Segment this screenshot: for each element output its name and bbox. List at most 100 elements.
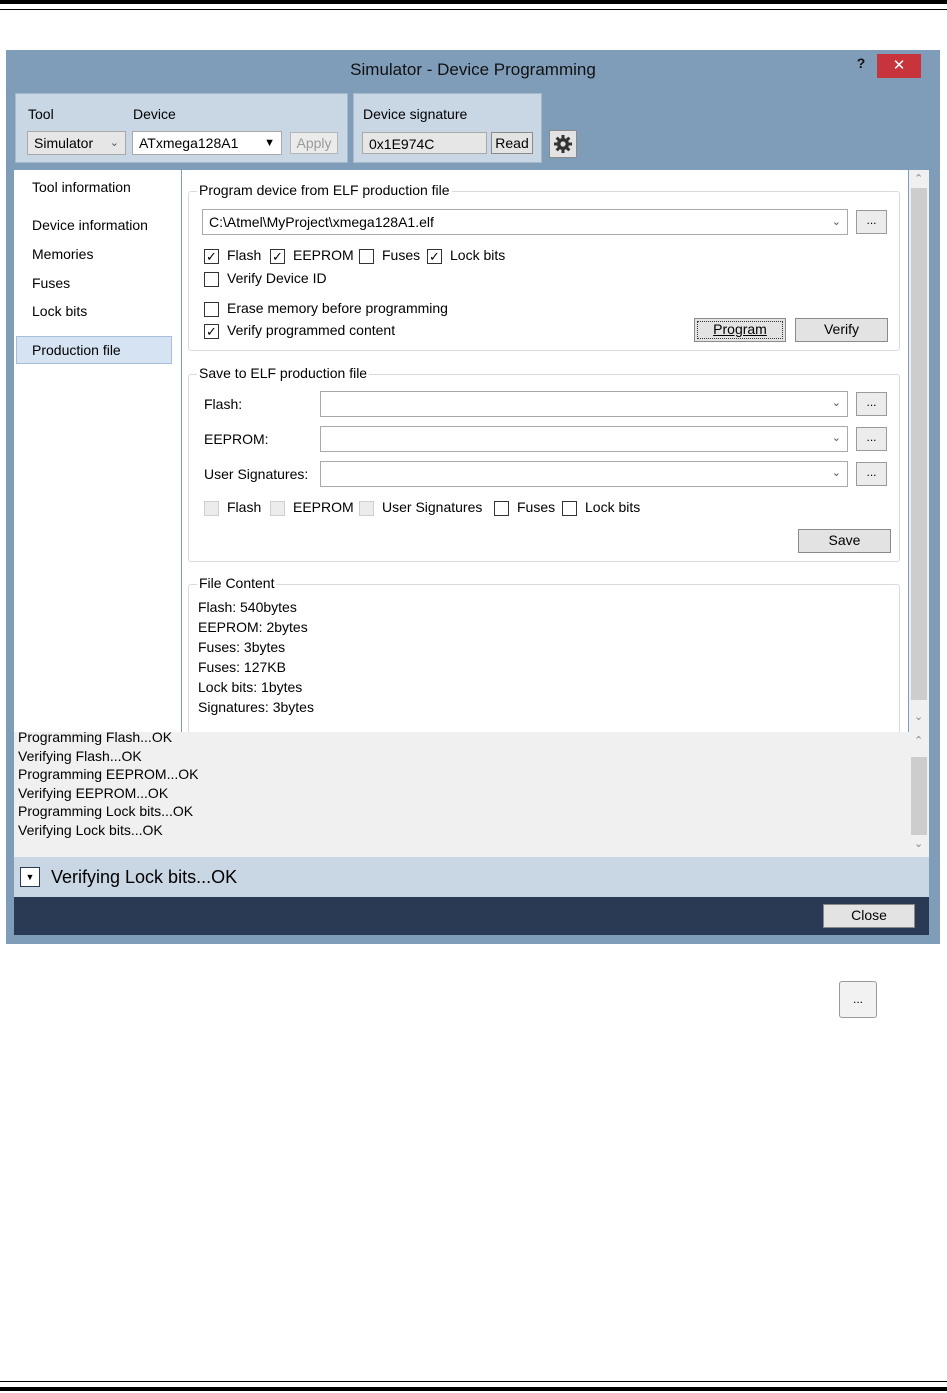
bottom-rule-thin (0, 1381, 947, 1382)
title-bar: Simulator - Device Programming ? ✕ (6, 50, 940, 88)
file-content-group: File Content Flash: 540bytes EEPROM: 2by… (188, 575, 900, 734)
scroll-down-icon[interactable]: ⌄ (914, 710, 923, 723)
log-line: Programming Lock bits...OK (18, 803, 194, 819)
device-select[interactable]: ATxmega128A1 ▼ (132, 131, 282, 155)
flash-checkbox-label: Flash (227, 247, 262, 263)
expand-down-icon: ▼ (25, 872, 35, 882)
main-scrollbar-thumb[interactable] (911, 188, 927, 700)
save-user-signatures-label: User Signatures: (204, 466, 309, 482)
tool-device-panel: Tool Device Simulator ⌄ ATxmega128A1 ▼ A… (15, 93, 348, 163)
read-button[interactable]: Read (491, 132, 533, 154)
program-group: Program device from ELF production file … (188, 182, 900, 351)
status-text: Verifying Lock bits...OK (51, 867, 238, 887)
settings-button[interactable] (549, 130, 577, 158)
scroll-up-icon[interactable]: ⌃ (914, 734, 923, 747)
apply-button[interactable]: Apply (290, 132, 338, 154)
dropdown-arrow-icon: ▼ (264, 137, 275, 149)
verify-button[interactable]: Verify (795, 318, 888, 342)
elf-file-path: C:\Atmel\MyProject\xmega128A1.elf (209, 214, 434, 230)
status-bar: ▼ Verifying Lock bits...OK (14, 857, 929, 897)
gear-icon (554, 135, 572, 153)
eeprom-checkbox-label: EEPROM (293, 247, 354, 263)
output-log: Programming Flash...OK Verifying Flash..… (14, 729, 929, 857)
save-fuses-checkbox-label: Fuses (517, 499, 556, 515)
browse-elf-button[interactable]: ... (856, 210, 887, 234)
save-flash-select[interactable]: ⌄ (320, 391, 848, 417)
device-label: Device (133, 106, 176, 122)
log-line: Verifying Lock bits...OK (18, 822, 163, 838)
verify-device-id-checkbox[interactable] (204, 272, 219, 287)
verify-programmed-checkbox[interactable]: ✓ (204, 324, 219, 339)
save-lock-bits-checkbox-label: Lock bits (585, 499, 641, 515)
save-fuses-checkbox[interactable] (494, 501, 509, 516)
device-signature-label: Device signature (363, 106, 468, 122)
browse-eeprom-button[interactable]: ... (856, 427, 887, 451)
close-button[interactable]: Close (823, 904, 915, 928)
log-line: Verifying EEPROM...OK (18, 785, 169, 801)
tool-label: Tool (28, 106, 54, 122)
save-flash-checkbox[interactable] (204, 501, 219, 516)
window-title: Simulator - Device Programming (350, 60, 596, 79)
window-close-button[interactable]: ✕ (877, 54, 921, 78)
chevron-down-icon: ⌄ (831, 432, 841, 444)
sidebar-item-tool-information[interactable]: Tool information (32, 179, 131, 195)
device-signature-panel: Device signature 0x1E974C Read (353, 93, 542, 163)
sidebar-item-fuses[interactable]: Fuses (32, 275, 70, 291)
eeprom-checkbox[interactable]: ✓ (270, 249, 285, 264)
top-rule-thick (0, 0, 947, 4)
erase-memory-label: Erase memory before programming (227, 300, 448, 316)
chevron-down-icon: ⌄ (109, 137, 119, 149)
main-scrollbar[interactable]: ⌃ ⌄ (909, 170, 929, 732)
save-user-signatures-checkbox[interactable] (359, 501, 374, 516)
save-eeprom-checkbox-label: EEPROM (293, 499, 354, 515)
lock-bits-checkbox[interactable]: ✓ (427, 249, 442, 264)
log-line: Verifying Flash...OK (18, 748, 142, 764)
file-content-line: Lock bits: 1bytes (198, 679, 303, 695)
save-user-signatures-checkbox-label: User Signatures (382, 499, 483, 515)
file-content-legend: File Content (197, 575, 277, 591)
status-expander-button[interactable]: ▼ (20, 867, 40, 887)
verify-programmed-label: Verify programmed content (227, 322, 396, 338)
program-button[interactable]: Program (694, 318, 786, 342)
file-content-line: Fuses: 3bytes (198, 639, 286, 655)
tool-select[interactable]: Simulator ⌄ (27, 131, 126, 155)
save-user-signatures-select[interactable]: ⌄ (320, 461, 848, 487)
device-select-value: ATxmega128A1 (139, 135, 239, 151)
save-eeprom-checkbox[interactable] (270, 501, 285, 516)
sidebar-item-device-information[interactable]: Device information (32, 217, 148, 233)
fuses-checkbox-label: Fuses (382, 247, 421, 263)
file-content-line: Fuses: 127KB (198, 659, 286, 675)
chevron-down-icon: ⌄ (831, 216, 841, 228)
file-content-line: EEPROM: 2bytes (198, 619, 308, 635)
log-scrollbar-thumb[interactable] (911, 757, 927, 835)
log-scrollbar[interactable]: ⌃ ⌄ (909, 732, 929, 857)
device-programming-dialog: Simulator - Device Programming ? ✕ Tool … (6, 50, 940, 944)
program-group-legend: Program device from ELF production file (197, 182, 452, 198)
sidebar-item-lock-bits[interactable]: Lock bits (32, 303, 87, 319)
lock-bits-checkbox-label: Lock bits (450, 247, 506, 263)
file-content-line: Flash: 540bytes (198, 599, 297, 615)
browse-flash-button[interactable]: ... (856, 392, 887, 416)
elf-file-select[interactable]: C:\Atmel\MyProject\xmega128A1.elf ⌄ (202, 209, 848, 235)
save-lock-bits-checkbox[interactable] (562, 501, 577, 516)
save-button[interactable]: Save (798, 529, 891, 553)
help-button[interactable]: ? (851, 55, 871, 77)
file-content-line: Signatures: 3bytes (198, 699, 314, 715)
sidebar-item-production-file[interactable]: Production file (32, 342, 121, 358)
scroll-up-icon[interactable]: ⌃ (914, 172, 923, 185)
save-eeprom-label: EEPROM: (204, 431, 269, 447)
sidebar-item-memories[interactable]: Memories (32, 246, 93, 262)
scroll-down-icon[interactable]: ⌄ (914, 837, 923, 850)
flash-checkbox[interactable]: ✓ (204, 249, 219, 264)
production-file-panel: Program device from ELF production file … (182, 170, 908, 734)
save-group-legend: Save to ELF production file (197, 365, 370, 381)
device-signature-field: 0x1E974C (362, 132, 487, 154)
erase-memory-checkbox[interactable] (204, 302, 219, 317)
fuses-checkbox[interactable] (359, 249, 374, 264)
program-button-label: Program (713, 321, 767, 337)
browse-user-signatures-button[interactable]: ... (856, 462, 887, 486)
save-eeprom-select[interactable]: ⌄ (320, 426, 848, 452)
log-line: Programming Flash...OK (18, 729, 173, 745)
chevron-down-icon: ⌄ (831, 467, 841, 479)
verify-device-id-label: Verify Device ID (227, 270, 327, 286)
